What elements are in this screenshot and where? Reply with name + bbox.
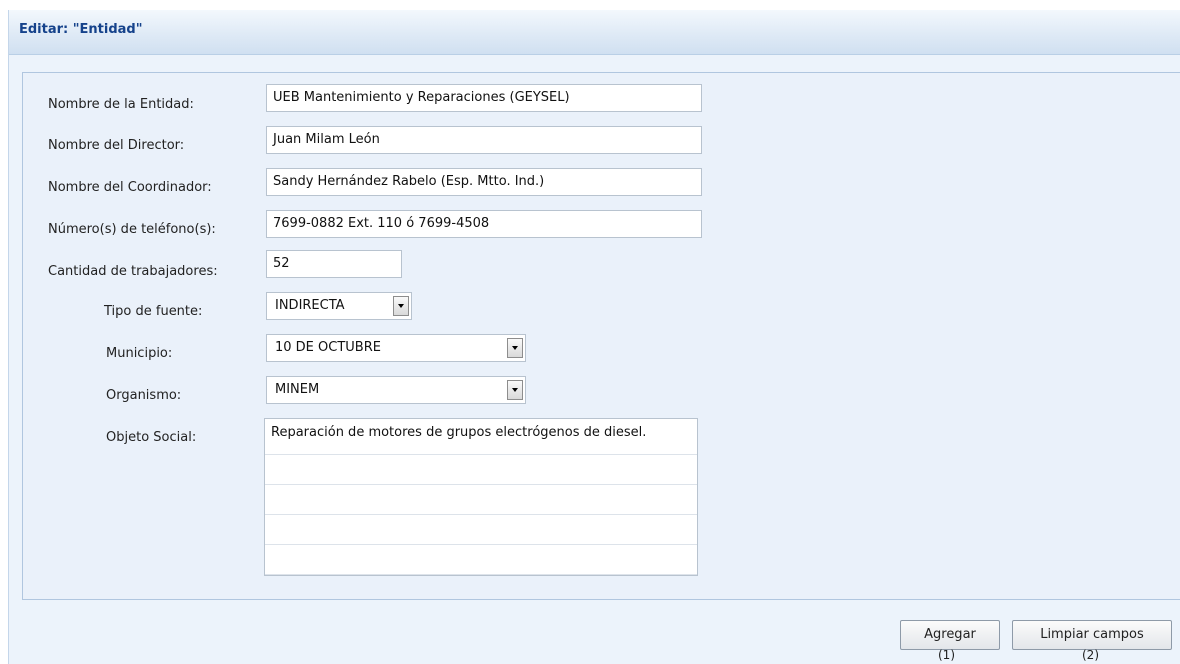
chevron-down-icon[interactable] [507, 380, 523, 400]
nombre-coordinador-input[interactable]: Sandy Hernández Rabelo (Esp. Mtto. Ind.) [266, 168, 702, 196]
limpiar-shortcut: (2) [1082, 648, 1099, 662]
organismo-selected: MINEM [275, 382, 320, 397]
label-cantidad-trabajadores: Cantidad de trabajadores: [48, 264, 218, 279]
label-municipio: Municipio: [106, 346, 173, 361]
label-objeto-social: Objeto Social: [106, 430, 197, 445]
panel-title: Editar: "Entidad" [19, 22, 143, 37]
agregar-shortcut: (1) [938, 648, 955, 662]
label-nombre-coordinador: Nombre del Coordinador: [48, 180, 212, 195]
limpiar-campos-button[interactable]: Limpiar campos [1012, 620, 1172, 650]
chevron-down-icon[interactable] [393, 296, 409, 316]
organismo-select[interactable]: MINEM [266, 376, 526, 404]
panel-header: Editar: "Entidad" [9, 10, 1180, 55]
telefonos-input[interactable]: 7699-0882 Ext. 110 ó 7699-4508 [266, 210, 702, 238]
nombre-director-input[interactable]: Juan Milam León [266, 126, 702, 154]
agregar-button[interactable]: Agregar [900, 620, 1000, 650]
tipo-fuente-selected: INDIRECTA [275, 298, 345, 313]
tipo-fuente-select[interactable]: INDIRECTA [266, 292, 412, 320]
label-telefonos: Número(s) de teléfono(s): [48, 222, 216, 237]
objeto-social-textarea[interactable]: Reparación de motores de grupos electróg… [264, 418, 698, 576]
label-nombre-entidad: Nombre de la Entidad: [48, 97, 194, 112]
municipio-select[interactable]: 10 DE OCTUBRE [266, 334, 526, 362]
cantidad-trabajadores-input[interactable]: 52 [266, 250, 402, 278]
label-tipo-fuente: Tipo de fuente: [104, 304, 203, 319]
municipio-selected: 10 DE OCTUBRE [275, 340, 381, 355]
label-organismo: Organismo: [106, 388, 182, 403]
nombre-entidad-input[interactable]: UEB Mantenimiento y Reparaciones (GEYSEL… [266, 84, 702, 112]
chevron-down-icon[interactable] [507, 338, 523, 358]
label-nombre-director: Nombre del Director: [48, 138, 185, 153]
